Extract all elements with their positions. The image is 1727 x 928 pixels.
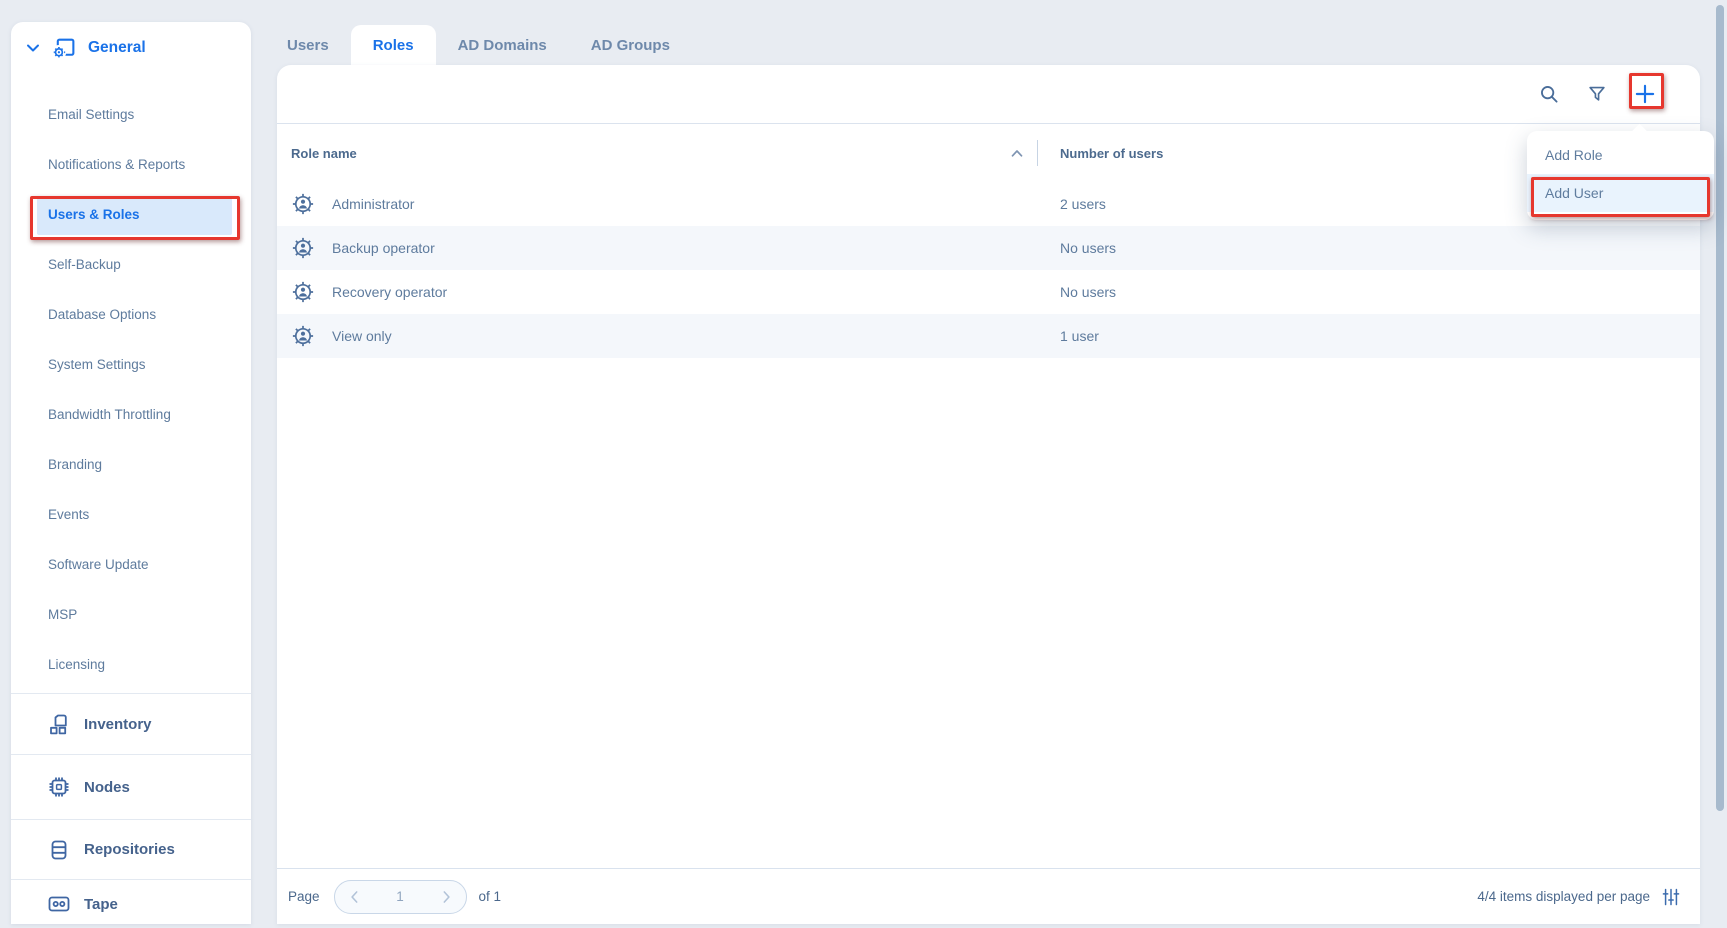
sidebar-item-self-backup[interactable]: Self-Backup (11, 239, 251, 289)
sidebar-item-events[interactable]: Events (11, 489, 251, 539)
page-number[interactable]: 1 (396, 889, 404, 904)
repositories-icon (47, 838, 71, 862)
sidebar-item-system-settings[interactable]: System Settings (11, 339, 251, 389)
column-role-name[interactable]: Role name (277, 146, 357, 161)
tab-ad-groups[interactable]: AD Groups (569, 25, 692, 65)
next-page-button[interactable] (435, 886, 457, 908)
column-number-of-users[interactable]: Number of users (1060, 146, 1163, 161)
chevron-left-icon (345, 887, 365, 907)
items-per-page-button[interactable] (1660, 886, 1682, 908)
sidebar-section-nodes[interactable]: Nodes (11, 754, 251, 819)
tab-users[interactable]: Users (277, 25, 351, 65)
table-row[interactable]: View only 1 user (277, 314, 1700, 358)
table-row[interactable]: Backup operator No users (277, 226, 1700, 270)
sidebar-item-software-update[interactable]: Software Update (11, 539, 251, 589)
role-icon (291, 192, 315, 216)
sidebar-item-notifications-reports[interactable]: Notifications & Reports (11, 139, 251, 189)
tab-ad-domains[interactable]: AD Domains (436, 25, 569, 65)
sidebar-section-label: General (88, 39, 146, 57)
previous-page-button[interactable] (344, 886, 366, 908)
add-button[interactable] (1632, 81, 1658, 107)
items-per-page-sliders-icon (1661, 887, 1681, 907)
tape-icon (47, 892, 71, 916)
role-icon (291, 324, 315, 348)
sidebar-item-email-settings[interactable]: Email Settings (11, 89, 251, 139)
sidebar-item-branding[interactable]: Branding (11, 439, 251, 489)
sidebar-section-tape[interactable]: Tape (11, 879, 251, 928)
nodes-icon (47, 775, 71, 799)
role-icon (291, 236, 315, 260)
filter-button[interactable] (1584, 81, 1610, 107)
table-row[interactable]: Recovery operator No users (277, 270, 1700, 314)
sidebar-section-repositories[interactable]: Repositories (11, 819, 251, 879)
sidebar-item-database-options[interactable]: Database Options (11, 289, 251, 339)
page-label: Page (288, 889, 320, 904)
tab-bar: Users Roles AD Domains AD Groups (277, 25, 692, 65)
pager: 1 (334, 880, 467, 914)
tab-roles[interactable]: Roles (351, 25, 436, 65)
sidebar-item-licensing[interactable]: Licensing (11, 639, 251, 689)
roles-panel: Role name Number of users Administrator … (277, 65, 1700, 924)
sidebar-item-users-roles[interactable]: Users & Roles (11, 189, 251, 239)
sidebar-item-msp[interactable]: MSP (11, 589, 251, 639)
chevron-right-icon (436, 887, 456, 907)
search-button[interactable] (1536, 81, 1562, 107)
add-menu: Add Role Add User (1527, 131, 1714, 220)
table-header: Role name Number of users (277, 124, 1700, 182)
vertical-scrollbar[interactable] (1716, 5, 1724, 811)
search-icon (1538, 83, 1560, 105)
column-divider (1037, 140, 1038, 166)
table-row[interactable]: Administrator 2 users (277, 182, 1700, 226)
filter-icon (1586, 83, 1608, 105)
sidebar-section-inventory[interactable]: Inventory (11, 693, 251, 754)
add-icon (1632, 81, 1658, 107)
toolbar (277, 65, 1700, 124)
general-items: Email Settings Notifications & Reports U… (11, 74, 251, 693)
role-icon (291, 280, 315, 304)
chevron-down-icon (24, 39, 42, 57)
sort-asc-icon[interactable] (1005, 141, 1029, 165)
general-settings-icon (50, 36, 77, 61)
menu-item-add-user[interactable]: Add User (1527, 174, 1714, 212)
sidebar-section-general[interactable]: General (11, 22, 251, 74)
sidebar: General Email Settings Notifications & R… (11, 22, 251, 924)
table-body: Administrator 2 users Backup operator No… (277, 182, 1700, 358)
items-per-page-summary: 4/4 items displayed per page (1477, 889, 1650, 904)
inventory-icon (47, 712, 71, 736)
sidebar-item-bandwidth-throttling[interactable]: Bandwidth Throttling (11, 389, 251, 439)
menu-item-add-role[interactable]: Add Role (1527, 136, 1714, 174)
page-total: of 1 (479, 889, 502, 904)
table-footer: Page 1 of 1 4/4 items displayed per page (277, 868, 1700, 924)
